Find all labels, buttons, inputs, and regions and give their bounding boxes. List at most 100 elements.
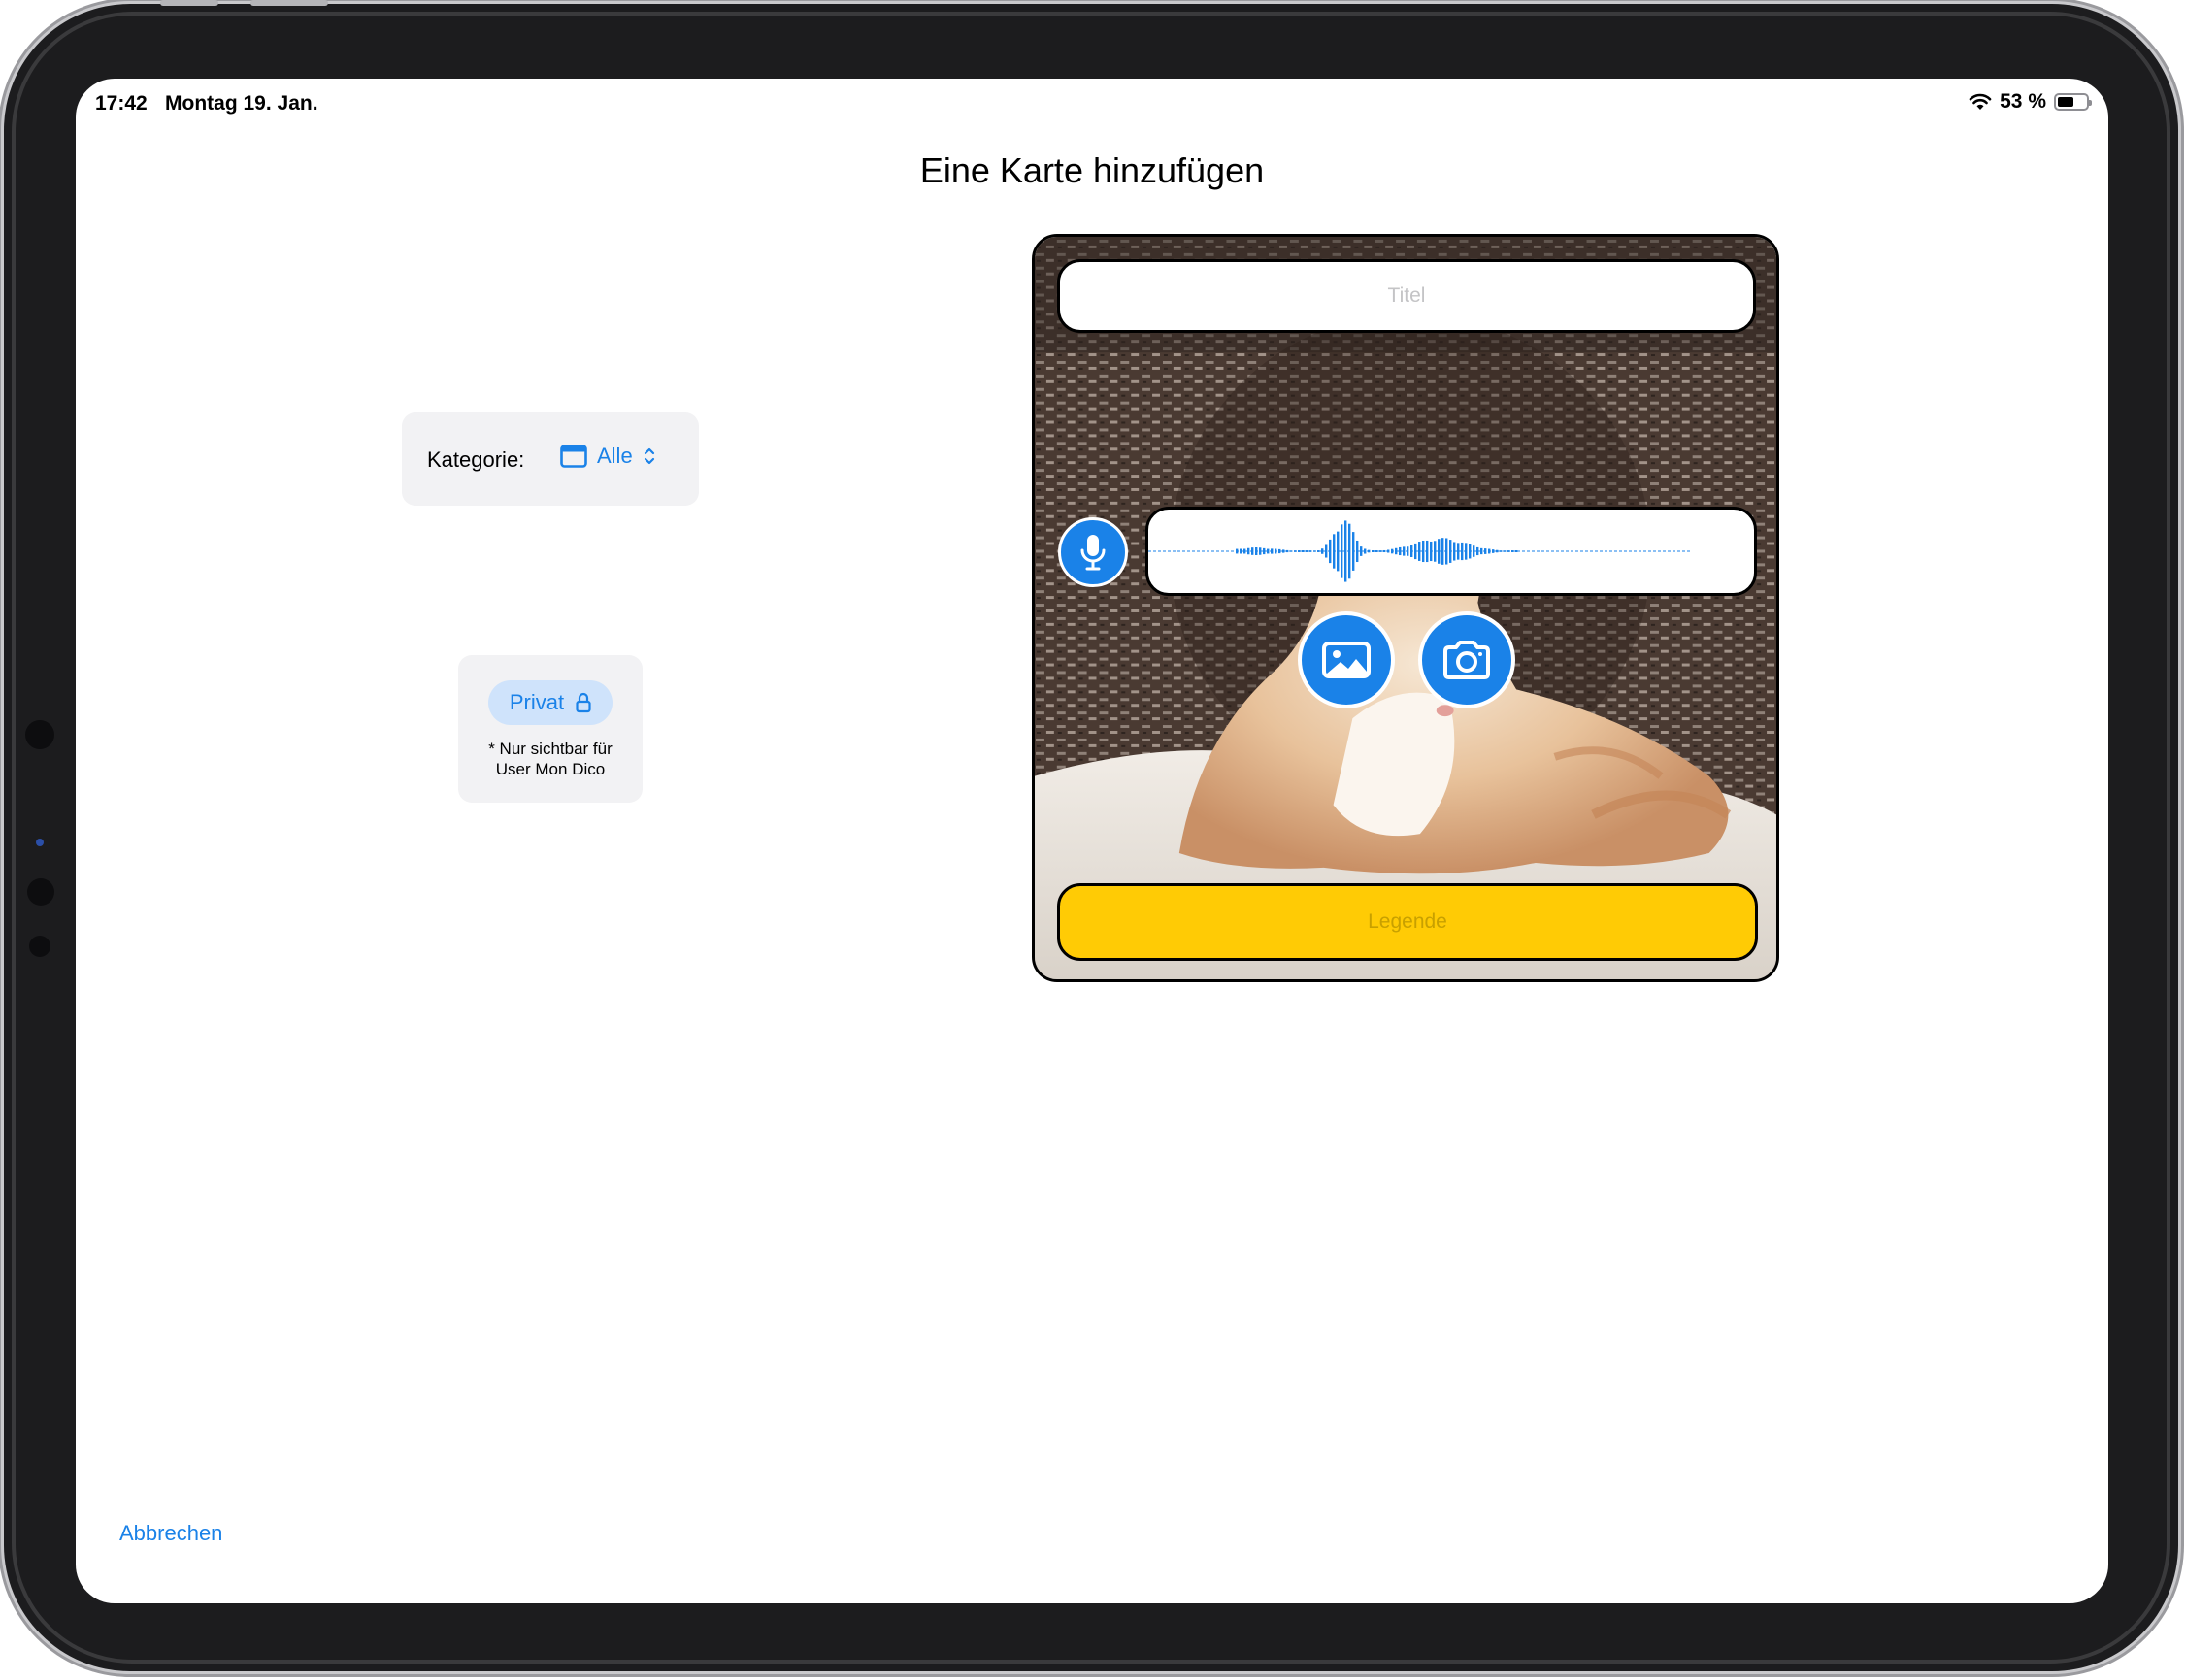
record-audio-button[interactable] <box>1058 517 1128 587</box>
side-sensor <box>29 936 50 957</box>
waveform-bar <box>1368 549 1371 553</box>
waveform-bar <box>1465 543 1468 560</box>
waveform-bar <box>1364 548 1367 554</box>
photo-icon <box>1322 642 1371 678</box>
waveform-bar <box>1352 532 1355 571</box>
waveform-bar <box>1333 534 1336 569</box>
waveform-bar <box>1286 549 1289 553</box>
status-time: 17:42 <box>95 92 148 115</box>
waveform-bar <box>1507 550 1510 552</box>
waveform-bar <box>1457 543 1460 560</box>
lock-icon <box>576 692 591 713</box>
waveform-bar <box>1290 550 1293 552</box>
camera-lens <box>36 839 44 846</box>
camera-button[interactable] <box>1418 611 1515 708</box>
microphone-icon <box>1080 535 1106 571</box>
status-date: Montag 19. Jan. <box>165 92 318 115</box>
waveform-bar <box>1375 550 1378 552</box>
battery-percent: 53 % <box>2000 90 2046 113</box>
screen: 17:42 Montag 19. Jan. 53 % Eine Karte hi… <box>76 79 2108 1603</box>
waveform-bar <box>1329 539 1332 564</box>
waveform-bar <box>1302 550 1305 552</box>
waveform-bar <box>1251 547 1254 555</box>
waveform-bar <box>1306 550 1308 552</box>
camera-icon <box>1443 641 1490 679</box>
waveform-bar <box>1500 550 1503 552</box>
waveform-bar <box>1271 548 1274 554</box>
waveform-bar <box>1275 548 1277 554</box>
waveform-bar <box>1449 540 1452 563</box>
waveform-bar <box>1255 547 1258 555</box>
waveform-bar <box>1267 548 1270 554</box>
status-indicators: 53 % <box>1969 90 2092 114</box>
waveform-bar <box>1259 547 1262 555</box>
waveform-bar <box>1422 540 1425 563</box>
photo-library-button[interactable] <box>1298 611 1395 708</box>
waveform-bar <box>1240 548 1242 554</box>
category-picker[interactable]: Alle <box>560 444 656 469</box>
waveform-bar <box>1496 549 1499 553</box>
waveform-bar <box>1337 531 1340 572</box>
waveform-bar <box>1348 523 1351 579</box>
waveform-bar <box>1282 549 1285 553</box>
side-sensor <box>25 720 54 749</box>
card-editor: Titel Legende <box>1032 234 1779 982</box>
privacy-note: * Nur sichtbar für User Mon Dico <box>458 739 643 779</box>
calendar-icon <box>560 445 587 468</box>
waveform-graphic <box>1148 520 1692 582</box>
audio-waveform-player[interactable] <box>1145 507 1757 596</box>
private-toggle-button[interactable]: Privat <box>488 680 613 725</box>
private-label: Privat <box>509 690 565 714</box>
power-button <box>250 0 328 6</box>
waveform-bar <box>1278 548 1281 554</box>
cancel-button[interactable]: Abbrechen <box>119 1521 222 1546</box>
waveform-bar <box>1476 546 1479 556</box>
waveform-bar <box>1395 547 1398 555</box>
waveform-bar <box>1317 550 1320 552</box>
waveform-bar <box>1399 546 1402 556</box>
waveform-bar <box>1441 538 1444 565</box>
waveform-bar <box>1453 542 1456 561</box>
waveform-bar <box>1391 548 1394 554</box>
waveform-bar <box>1247 547 1250 555</box>
waveform-bar <box>1298 550 1301 552</box>
title-input[interactable]: Titel <box>1057 259 1756 333</box>
category-label: Kategorie: <box>427 447 525 472</box>
waveform-bar <box>1294 550 1297 552</box>
waveform-bar <box>1387 549 1390 553</box>
waveform-bar <box>1473 545 1475 557</box>
battery-icon <box>2054 93 2092 111</box>
waveform-bar <box>1383 549 1386 553</box>
waveform-bar <box>1309 550 1312 552</box>
waveform-bar <box>1469 544 1472 559</box>
waveform-bar <box>1325 544 1328 558</box>
waveform-bar <box>1341 524 1343 578</box>
waveform-bar <box>1438 539 1441 564</box>
waveform-bar <box>1511 550 1514 552</box>
privacy-panel: Privat * Nur sichtbar für User Mon Dico <box>458 655 643 803</box>
waveform-bar <box>1492 549 1495 553</box>
waveform-bar <box>1434 541 1437 562</box>
wifi-icon <box>1969 93 1992 110</box>
privacy-note-line1: * Nur sichtbar für <box>488 740 613 758</box>
legend-input[interactable]: Legende <box>1057 883 1758 961</box>
cat-photo <box>1035 237 1776 979</box>
waveform-bar <box>1243 548 1246 554</box>
waveform-bar <box>1313 550 1316 552</box>
privacy-note-line2: User Mon Dico <box>495 760 606 778</box>
category-value: Alle <box>597 444 633 468</box>
chevron-updown-icon <box>644 447 654 465</box>
waveform-bar <box>1356 540 1359 563</box>
waveform-bar <box>1426 540 1429 563</box>
waveform-bar <box>1488 548 1491 554</box>
side-sensor <box>27 878 54 906</box>
waveform-bar <box>1403 546 1406 556</box>
waveform-bar <box>1484 548 1487 554</box>
volume-button <box>160 0 218 6</box>
waveform-bar <box>1414 543 1417 560</box>
category-panel: Kategorie: Alle <box>402 412 699 506</box>
waveform-bar <box>1372 550 1375 552</box>
waveform-bar <box>1504 550 1507 552</box>
waveform-bar <box>1430 541 1433 562</box>
waveform-bar <box>1407 546 1409 556</box>
